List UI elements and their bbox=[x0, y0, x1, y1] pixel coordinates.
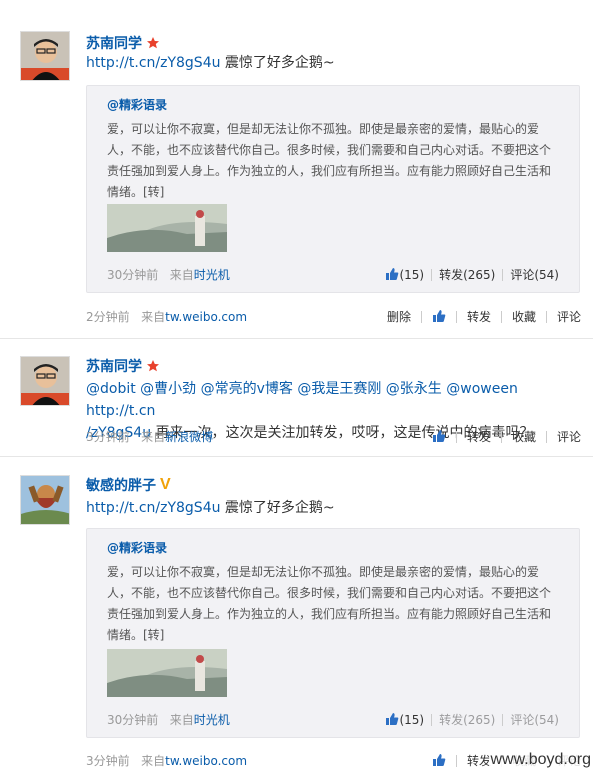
thumbs-up-icon bbox=[432, 310, 446, 322]
quoted-text: 爱，可以让你不寂寞，但是却无法让你不孤独。即使是最亲密的爱情，最贴心的爱 人，不… bbox=[107, 562, 565, 646]
quoted-text-line: 责任强加到爱人身上。作为独立的人，我们应有所担当。应有能力照顾好自己生活和 bbox=[107, 607, 552, 621]
quoted-source[interactable]: 时光机 bbox=[194, 713, 230, 727]
source-prefix: 来自 bbox=[141, 754, 166, 768]
quoted-author[interactable]: @精彩语录 bbox=[107, 96, 167, 113]
post-meta: 3分钟前 来自新浪微博 bbox=[86, 428, 213, 445]
quoted-text-line: 人，不能，也不应该替代你自己。很多时候，我们需要和自己内心对话。不要把这个 bbox=[107, 143, 552, 157]
quoted-image-thumbnail[interactable] bbox=[107, 649, 227, 697]
site-watermark: www.boyd.org bbox=[488, 751, 593, 769]
post-time[interactable]: 2分钟前 bbox=[86, 310, 130, 324]
thumbs-up-icon bbox=[432, 754, 446, 766]
author-name[interactable]: 苏南同学 bbox=[86, 356, 160, 376]
quoted-post: @精彩语录 爱，可以让你不寂寞，但是却无法让你不孤独。即使是最亲密的爱情，最贴心… bbox=[86, 85, 580, 293]
post-actions: 删除 转发 收藏 评论 bbox=[377, 308, 581, 325]
feed-item: 苏南同学 http://t.cn/zY8gS4u 震惊了好多企鹅~ @精彩语录 … bbox=[0, 0, 593, 340]
avatar[interactable] bbox=[20, 475, 70, 525]
like-button[interactable] bbox=[422, 753, 456, 768]
mentions-line[interactable]: @dobit @曹小劲 @常亮的v博客 @我是王赛刚 @张永生 @woween … bbox=[86, 378, 572, 422]
comment-button[interactable]: 评论 bbox=[547, 428, 581, 445]
quoted-source[interactable]: 时光机 bbox=[194, 268, 230, 282]
quoted-repost-button[interactable]: 转发(265) bbox=[432, 711, 502, 728]
favorite-button[interactable]: 收藏 bbox=[502, 428, 546, 445]
quoted-text-line: 责任强加到爱人身上。作为独立的人，我们应有所担当。应有能力照顾好自己生活和 bbox=[107, 164, 552, 178]
like-button[interactable] bbox=[422, 309, 456, 324]
author-name-label[interactable]: 敏感的胖子 bbox=[86, 475, 156, 495]
quoted-text-line: 情绪。[转] bbox=[107, 628, 165, 642]
favorite-button[interactable]: 收藏 bbox=[502, 308, 546, 325]
post-meta: 2分钟前 来自tw.weibo.com bbox=[86, 308, 247, 325]
post-time[interactable]: 3分钟前 bbox=[86, 430, 130, 444]
weibo-feed: 苏南同学 http://t.cn/zY8gS4u 震惊了好多企鹅~ @精彩语录 … bbox=[0, 0, 593, 769]
post-text: http://t.cn/zY8gS4u 震惊了好多企鹅~ bbox=[86, 497, 572, 519]
author-name-label[interactable]: 苏南同学 bbox=[86, 356, 142, 376]
author-name[interactable]: 敏感的胖子 V bbox=[86, 475, 171, 495]
avatar[interactable] bbox=[20, 356, 70, 406]
quoted-like-count: (15) bbox=[399, 713, 425, 727]
short-link[interactable]: http://t.cn/zY8gS4u bbox=[86, 55, 220, 71]
delete-button[interactable]: 删除 bbox=[377, 308, 421, 325]
quoted-comment-button[interactable]: 评论(54) bbox=[503, 711, 559, 728]
post-source[interactable]: 新浪微博 bbox=[165, 430, 213, 444]
post-meta: 3分钟前 来自tw.weibo.com bbox=[86, 752, 247, 769]
quoted-text-line: 情绪。[转] bbox=[107, 185, 165, 199]
member-star-icon bbox=[147, 37, 159, 49]
feed-item: 苏南同学 @dobit @曹小劲 @常亮的v博客 @我是王赛刚 @张永生 @wo… bbox=[0, 339, 593, 455]
quoted-post: @精彩语录 爱，可以让你不寂寞，但是却无法让你不孤独。即使是最亲密的爱情，最贴心… bbox=[86, 528, 580, 738]
repost-button[interactable]: 转发 bbox=[457, 308, 501, 325]
quoted-actions: (15) 转发(265) 评论(54) bbox=[378, 711, 559, 728]
quoted-text-line: 人，不能，也不应该替代你自己。很多时候，我们需要和自己内心对话。不要把这个 bbox=[107, 586, 552, 600]
post-text-rest: 震惊了好多企鹅~ bbox=[220, 55, 335, 71]
avatar[interactable] bbox=[20, 31, 70, 81]
quoted-repost-button[interactable]: 转发(265) bbox=[432, 266, 502, 283]
member-star-icon bbox=[147, 360, 159, 372]
post-time[interactable]: 3分钟前 bbox=[86, 754, 130, 768]
verified-v-icon: V bbox=[160, 476, 171, 493]
thumbs-up-icon bbox=[386, 713, 399, 725]
quoted-actions: (15) 转发(265) 评论(54) bbox=[378, 266, 559, 283]
feed-item: 敏感的胖子 V http://t.cn/zY8gS4u 震惊了好多企鹅~ @精彩… bbox=[0, 457, 593, 769]
quoted-comment-button[interactable]: 评论(54) bbox=[503, 266, 559, 283]
quoted-text-line: 爱，可以让你不寂寞，但是却无法让你不孤独。即使是最亲密的爱情，最贴心的爱 bbox=[107, 122, 540, 136]
source-prefix: 来自 bbox=[141, 310, 166, 324]
thumbs-up-icon bbox=[432, 430, 446, 442]
post-text-rest: 震惊了好多企鹅~ bbox=[220, 500, 335, 516]
quoted-source-prefix: 来自 bbox=[169, 268, 194, 282]
source-prefix: 来自 bbox=[141, 430, 166, 444]
author-name-label[interactable]: 苏南同学 bbox=[86, 33, 142, 53]
like-button[interactable] bbox=[422, 429, 456, 444]
post-source[interactable]: tw.weibo.com bbox=[165, 754, 247, 768]
quoted-meta: 30分钟前 来自时光机 bbox=[107, 711, 230, 728]
quoted-meta: 30分钟前 来自时光机 bbox=[107, 266, 230, 283]
thumbs-up-icon bbox=[386, 268, 399, 280]
comment-button[interactable]: 评论 bbox=[547, 308, 581, 325]
repost-button[interactable]: 转发 bbox=[457, 428, 501, 445]
post-source[interactable]: tw.weibo.com bbox=[165, 310, 247, 324]
quoted-image-thumbnail[interactable] bbox=[107, 204, 227, 252]
quoted-like-count: (15) bbox=[399, 268, 425, 282]
quoted-text: 爱，可以让你不寂寞，但是却无法让你不孤独。即使是最亲密的爱情，最贴心的爱 人，不… bbox=[107, 119, 565, 203]
quoted-time[interactable]: 30分钟前 bbox=[107, 268, 158, 282]
author-name[interactable]: 苏南同学 bbox=[86, 33, 160, 53]
quoted-author[interactable]: @精彩语录 bbox=[107, 539, 167, 556]
quoted-source-prefix: 来自 bbox=[169, 713, 194, 727]
quoted-text-line: 爱，可以让你不寂寞，但是却无法让你不孤独。即使是最亲密的爱情，最贴心的爱 bbox=[107, 565, 540, 579]
quoted-like-button[interactable]: (15) bbox=[378, 267, 431, 282]
quoted-time[interactable]: 30分钟前 bbox=[107, 713, 158, 727]
short-link[interactable]: http://t.cn/zY8gS4u bbox=[86, 500, 220, 516]
post-text: http://t.cn/zY8gS4u 震惊了好多企鹅~ bbox=[86, 52, 572, 74]
quoted-like-button[interactable]: (15) bbox=[378, 712, 431, 727]
post-actions: 转发 收藏 评论 bbox=[422, 428, 581, 445]
